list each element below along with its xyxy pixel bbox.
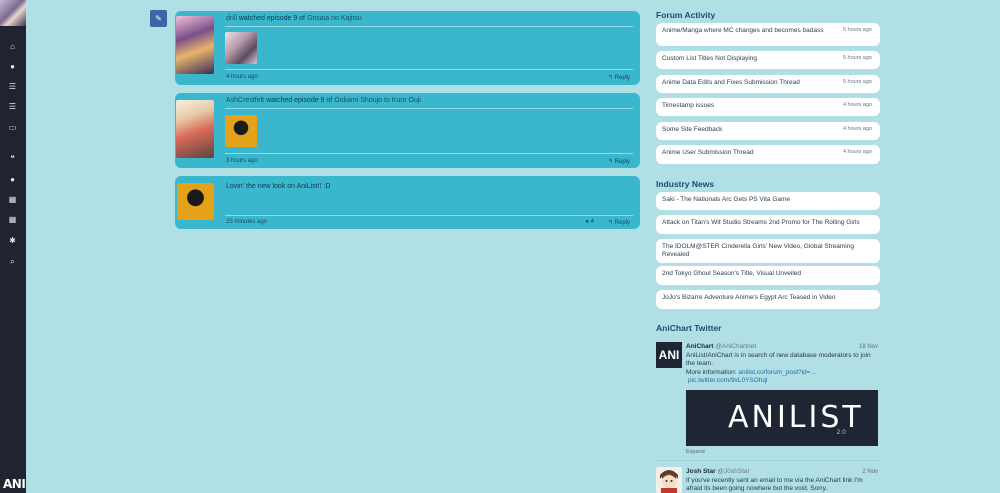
- edit-status-button[interactable]: ✎: [150, 10, 167, 27]
- forum-thread[interactable]: Anime/Manga where MC changes and becomes…: [656, 23, 880, 46]
- divider: [225, 26, 633, 27]
- user-avatar[interactable]: [225, 32, 257, 64]
- thread-title: Some Site Feedback: [662, 126, 723, 133]
- thread-time: 5 hours ago: [842, 55, 872, 61]
- forum-thread[interactable]: Some Site Feedback 4 hours ago: [656, 122, 880, 140]
- grid-icon[interactable]: ▦: [6, 193, 19, 206]
- activity-action: watched episode 9 of: [238, 15, 306, 22]
- reply-button[interactable]: ↰ Reply: [608, 158, 630, 165]
- reply-label: Reply: [614, 220, 630, 226]
- character-avatar-icon: [656, 467, 682, 493]
- tweet-link[interactable]: anilist.co/forum_post?id=...: [738, 369, 816, 376]
- user-avatar[interactable]: [0, 0, 26, 26]
- thread-title: Custom List Titles Not Displaying: [662, 55, 758, 62]
- banner-version: 2.0: [836, 429, 846, 436]
- forum-thread[interactable]: Custom List Titles Not Displaying 5 hour…: [656, 51, 880, 69]
- tweet-expand[interactable]: Expand: [686, 449, 705, 455]
- thread-time: 4 hours ago: [842, 149, 872, 155]
- divider: [225, 108, 633, 109]
- forum-activity-title: Forum Activity: [656, 10, 716, 20]
- list-icon[interactable]: ☰: [6, 80, 19, 93]
- tweet-handle[interactable]: @J0shStar: [717, 468, 749, 475]
- thread-time: 4 hours ago: [842, 126, 872, 132]
- anime-link[interactable]: Ookami Shoujo to Kuro Ouji: [334, 97, 421, 104]
- news-title: JoJo's Bizarre Adventure Anime's Egypt A…: [662, 294, 836, 301]
- tweet-avatar[interactable]: ANI: [656, 342, 682, 368]
- reply-icon: ↰: [607, 75, 615, 81]
- tweet-author[interactable]: Josh Star: [686, 468, 716, 475]
- comment-icon[interactable]: ●: [6, 173, 19, 186]
- thread-title: Timestamp issues: [662, 102, 715, 109]
- tweet-more: More information:: [686, 369, 737, 376]
- user-avatar[interactable]: [177, 183, 214, 220]
- news-item[interactable]: Saki - The Nationals Arc Gets PS Vita Ga…: [656, 192, 880, 210]
- news-item[interactable]: 2nd Tokyo Ghoul Season's Title, Visual U…: [656, 266, 880, 285]
- activity-card: drill watched episode 9 of Grisaia no Ka…: [175, 11, 640, 85]
- industry-news-title: Industry News: [656, 179, 715, 189]
- timestamp: 3 hours ago: [226, 158, 258, 164]
- tweet-body: AniList/AniChart is in search of new dat…: [686, 352, 871, 367]
- reply-label: Reply: [614, 159, 630, 165]
- user-avatar[interactable]: [225, 115, 257, 147]
- timestamp: 25 minutes ago: [226, 219, 268, 225]
- news-title: Attack on Titan's Wit Studio Streams 2nd…: [662, 219, 860, 226]
- news-item[interactable]: Attack on Titan's Wit Studio Streams 2nd…: [656, 215, 880, 234]
- comments-count[interactable]: ● 4: [585, 219, 594, 225]
- tweet-body: If you've recently sent an email to me v…: [686, 477, 863, 492]
- thread-time: 4 hours ago: [842, 102, 872, 108]
- divider: [656, 460, 880, 461]
- home-icon[interactable]: ⌂: [6, 40, 19, 53]
- user-link[interactable]: drill: [226, 15, 237, 22]
- news-item[interactable]: The IDOLM@STER Cinderella Girls' New Vid…: [656, 239, 880, 263]
- inbox-icon[interactable]: ▭: [6, 121, 19, 134]
- divider: [225, 153, 633, 154]
- reply-button[interactable]: ↰ Reply: [608, 219, 630, 226]
- news-title: Saki - The Nationals Arc Gets PS Vita Ga…: [662, 196, 791, 203]
- tweet-pic-link[interactable]: pic.twitter.com/9xL0YSOhql: [688, 377, 878, 385]
- anime-cover[interactable]: [176, 100, 214, 158]
- list-alt-icon[interactable]: ☰: [6, 100, 19, 113]
- sidebar: ⌂ ● ☰ ☰ ▭ ❝ ● ▦ ▦ ✱ ⌕ ANI: [0, 0, 26, 493]
- reply-button[interactable]: ↰ Reply: [608, 74, 630, 81]
- reply-icon: ↰: [607, 220, 615, 226]
- news-title: The IDOLM@STER Cinderella Girls' New Vid…: [662, 243, 854, 258]
- news-item[interactable]: JoJo's Bizarre Adventure Anime's Egypt A…: [656, 290, 880, 309]
- thread-title: Anime/Manga where MC changes and becomes…: [662, 27, 824, 34]
- anime-link[interactable]: Grisaia no Kajitsu: [307, 15, 362, 22]
- user-link[interactable]: AshCrestfelt: [226, 97, 264, 104]
- comments-icon[interactable]: ❝: [6, 152, 19, 165]
- reply-label: Reply: [614, 75, 630, 81]
- tweet-date[interactable]: 2 Nov: [862, 469, 878, 475]
- tweet-handle[interactable]: @AniChartnet: [715, 343, 756, 350]
- forum-thread[interactable]: Anime User Submission Thread 4 hours ago: [656, 145, 880, 164]
- thread-time: 5 hours ago: [842, 27, 872, 33]
- activity-card: Lovin' the new look on AniList!! :D 25 m…: [175, 176, 640, 229]
- tweet-image[interactable]: ANILIST 2.0: [686, 390, 878, 446]
- divider: [225, 69, 633, 70]
- activity-card: AshCrestfelt watched episode 9 of Ookami…: [175, 93, 640, 168]
- twitter-title: AniChart Twitter: [656, 323, 722, 333]
- twitter-timeline: ANI AniChart @AniChartnet 18 Nov AniList…: [656, 342, 880, 493]
- news-title: 2nd Tokyo Ghoul Season's Title, Visual U…: [662, 270, 802, 277]
- status-text: Lovin' the new look on AniList!! :D: [226, 183, 331, 190]
- reply-icon: ↰: [607, 159, 615, 165]
- forum-thread[interactable]: Anime Data Edits and Fixes Submission Th…: [656, 75, 880, 93]
- thread-time: 5 hours ago: [842, 79, 872, 85]
- timestamp: 4 hours ago: [226, 74, 258, 80]
- search-icon[interactable]: ⌕: [6, 255, 19, 268]
- thread-title: Anime User Submission Thread: [662, 149, 754, 156]
- grid-alt-icon[interactable]: ▦: [6, 213, 19, 226]
- thread-title: Anime Data Edits and Fixes Submission Th…: [662, 79, 800, 86]
- forum-thread[interactable]: Timestamp issues 4 hours ago: [656, 98, 880, 116]
- divider: [225, 215, 633, 216]
- logo[interactable]: ANI: [3, 477, 26, 491]
- user-icon[interactable]: ●: [6, 60, 19, 73]
- tweet-author[interactable]: AniChart: [686, 343, 713, 350]
- tweet-date[interactable]: 18 Nov: [859, 344, 878, 350]
- gear-icon[interactable]: ✱: [6, 234, 19, 247]
- activity-action: watched episode 9 of: [266, 97, 333, 104]
- tweet-avatar[interactable]: [656, 467, 682, 493]
- anime-cover[interactable]: [176, 16, 214, 74]
